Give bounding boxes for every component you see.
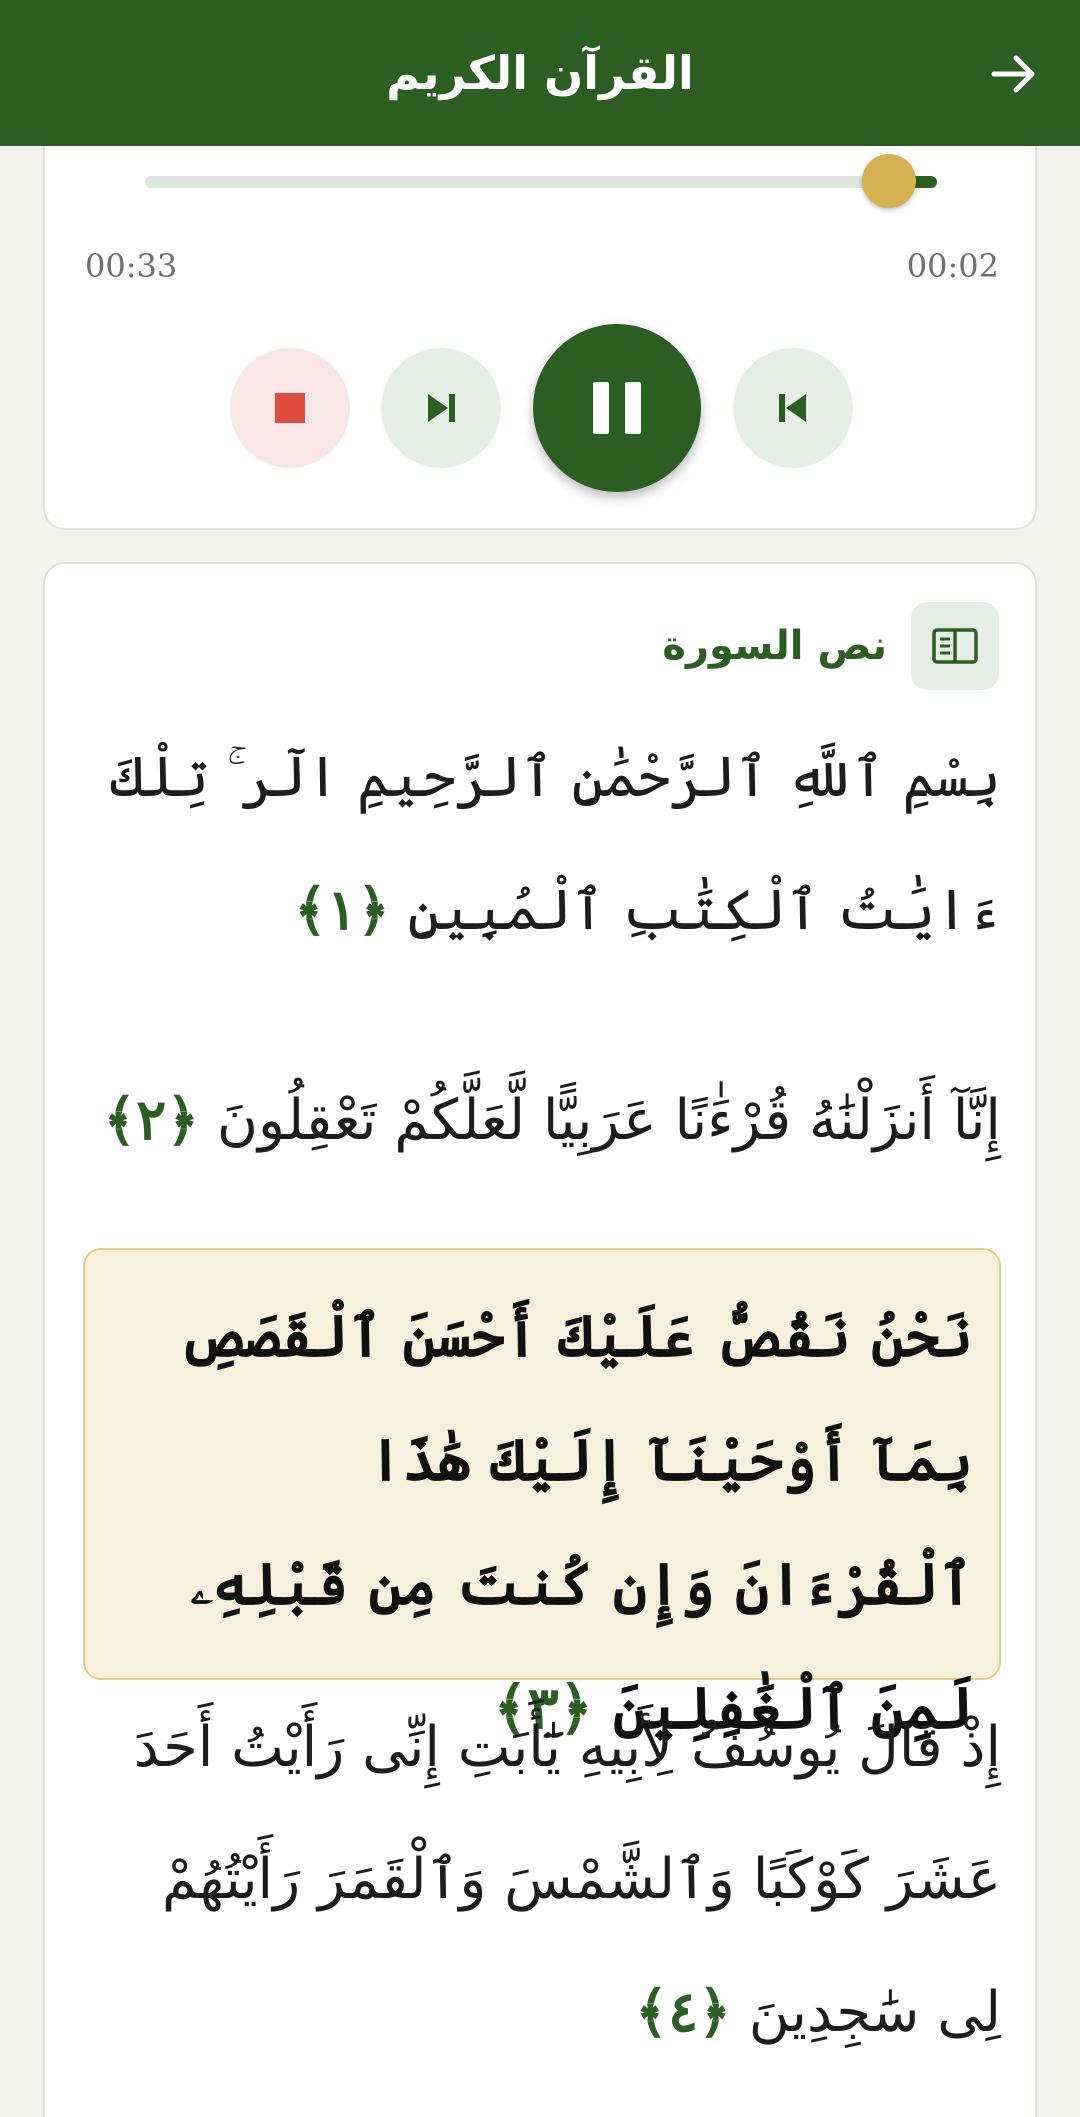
ayah-number-marker: ﴿١﴾ — [294, 877, 390, 943]
book-icon-button — [911, 602, 999, 690]
verse-text: بِسْمِ ٱللَّهِ ٱلرَّحْمَٰنِ ٱلرَّحِيمِ ا… — [110, 745, 1001, 943]
book-open-icon — [932, 628, 978, 664]
elapsed-time: 00:02 — [906, 247, 999, 285]
verse-4[interactable]: إِذْ قَالَ يُوسُفُ لِأَبِيهِ يَٰٓأَبَتِ … — [83, 1682, 1001, 2079]
pause-icon — [593, 382, 641, 434]
surah-text-title: نص السورة — [662, 623, 887, 669]
stop-button[interactable] — [230, 348, 350, 468]
ayah-number-marker: ﴿٤﴾ — [635, 1979, 731, 2045]
stop-icon — [275, 393, 305, 423]
next-button[interactable] — [381, 348, 501, 468]
app-bar: القرآن الكريم — [0, 0, 1080, 146]
surah-text-card: نص السورة بِسْمِ ٱللَّهِ ٱلرَّحْمَٰنِ ٱل… — [43, 562, 1037, 2117]
arrow-right-icon — [991, 55, 1035, 93]
verse-text: إِنَّآ أَنزَلْنَٰهُ قُرْءَٰنًا عَرَبِيًّ… — [216, 1088, 1001, 1153]
seek-bar-thumb[interactable] — [862, 154, 917, 208]
skip-previous-icon — [779, 394, 806, 422]
ayah-number-marker: ﴿٢﴾ — [103, 1087, 200, 1153]
previous-button[interactable] — [733, 348, 853, 468]
audio-player-card: 00:33 00:02 — [43, 100, 1037, 530]
surah-text-header: نص السورة — [662, 602, 999, 690]
verse-2[interactable]: إِنَّآ أَنزَلْنَٰهُ قُرْءَٰنًا عَرَبِيًّ… — [83, 1054, 1001, 1187]
verse-3-highlighted[interactable]: نَحْنُ نَقُصُّ عَلَيْكَ أَحْسَنَ ٱلْقَصَ… — [83, 1248, 1001, 1742]
verse-1[interactable]: بِسْمِ ٱللَّهِ ٱلرَّحْمَٰنِ ٱلرَّحِيمِ ا… — [83, 712, 1001, 977]
total-time: 00:33 — [85, 247, 178, 285]
seek-bar[interactable] — [145, 154, 937, 208]
play-pause-button[interactable] — [533, 324, 701, 492]
skip-next-icon — [428, 394, 455, 422]
back-button[interactable] — [988, 48, 1040, 100]
app-title: القرآن الكريم — [386, 46, 694, 100]
verse-text: إِذْ قَالَ يُوسُفُ لِأَبِيهِ يَٰٓأَبَتِ … — [133, 1715, 1001, 2045]
